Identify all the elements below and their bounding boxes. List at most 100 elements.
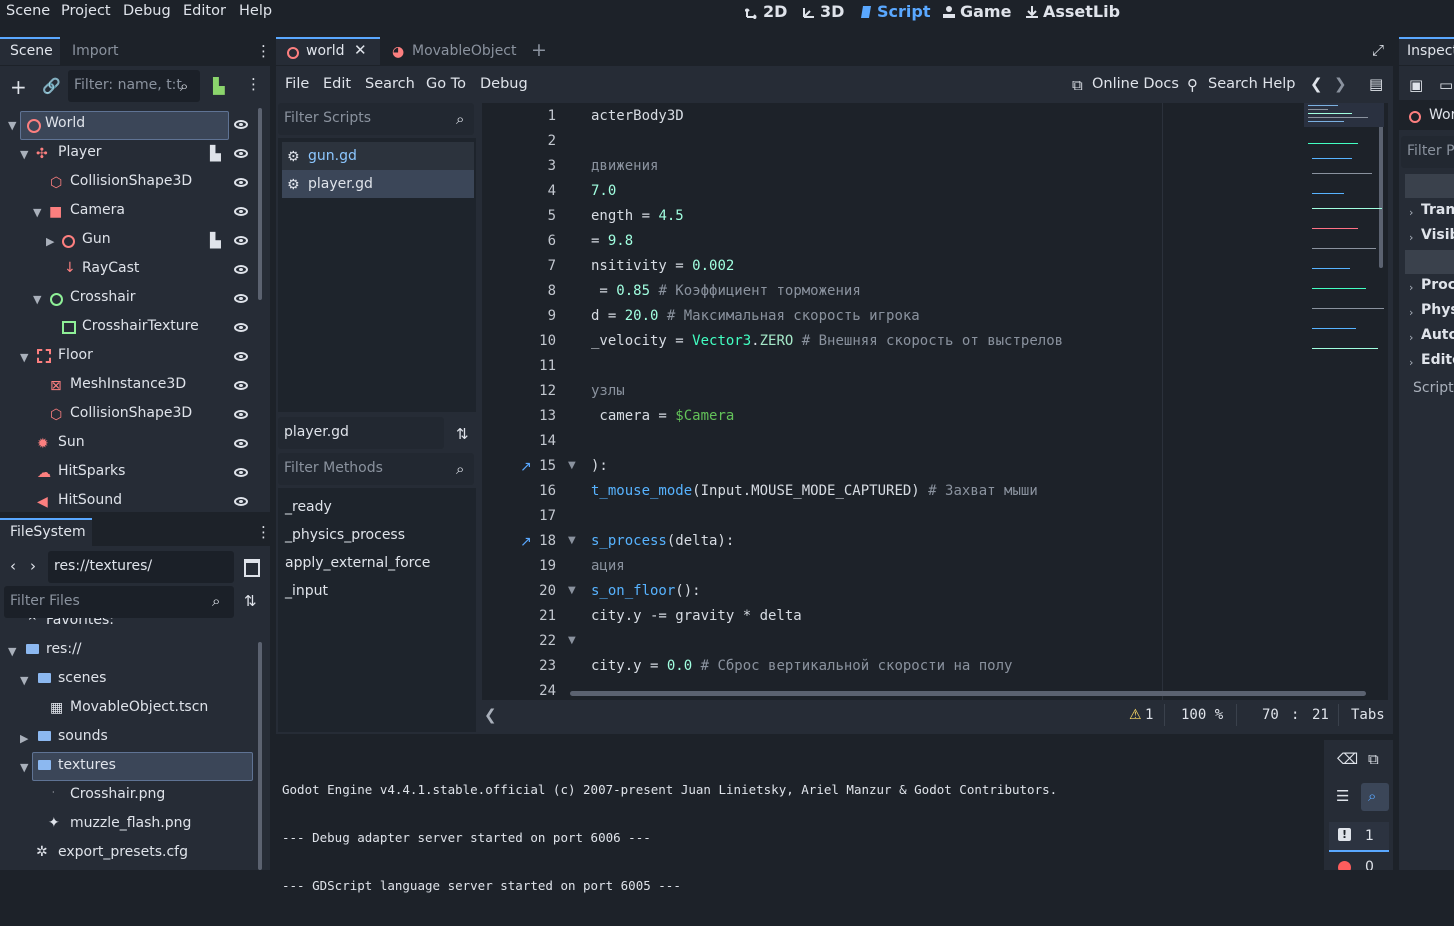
tree-label: World	[45, 115, 86, 131]
chevron-right-icon[interactable]: ›	[1409, 356, 1413, 369]
zoom-level[interactable]: 100 %	[1181, 701, 1223, 729]
workspace-game-button[interactable]: Game	[942, 2, 1011, 21]
visibility-eye-icon[interactable]	[234, 439, 248, 448]
split-view-icon[interactable]	[244, 559, 260, 577]
output-line: --- GDScript language server started on …	[282, 878, 681, 893]
fold-arrow-icon[interactable]: ▼	[568, 635, 576, 646]
chevron-down-icon[interactable]: ▼	[20, 761, 28, 774]
menu-help[interactable]: Help	[239, 3, 272, 19]
file-item[interactable]: scenes	[58, 664, 106, 693]
toggle-panel-icon[interactable]: ▤	[1369, 75, 1383, 93]
visibility-eye-icon[interactable]	[234, 236, 248, 245]
path-input[interactable]: res://textures/	[48, 551, 234, 583]
scene-tree-scrollbar[interactable]	[258, 108, 262, 300]
script-attached-icon[interactable]: ▙	[210, 146, 221, 162]
new-resource-icon[interactable]: ▣	[1409, 76, 1423, 94]
visibility-eye-icon[interactable]	[234, 120, 248, 129]
chevron-right-icon[interactable]: ▶	[46, 235, 54, 248]
chevron-down-icon[interactable]: ▼	[20, 674, 28, 687]
dock-menu-icon[interactable]: ⋮	[256, 523, 271, 541]
workspace-assetlib-button[interactable]: AssetLib	[1025, 2, 1120, 21]
visibility-eye-icon[interactable]	[234, 207, 248, 216]
chevron-down-icon[interactable]: ▼	[20, 351, 28, 364]
visibility-eye-icon[interactable]	[234, 294, 248, 303]
workspace-script-button[interactable]: Script	[859, 2, 930, 21]
indent-mode[interactable]: Tabs	[1351, 701, 1385, 729]
warnings-filter-toggle[interactable]: ! 1	[1329, 822, 1389, 852]
visibility-eye-icon[interactable]	[234, 178, 248, 187]
filter-files-input[interactable]: Filter Files	[4, 586, 234, 618]
chevron-down-icon[interactable]: ▼	[33, 293, 41, 306]
fold-arrow-icon[interactable]: ▼	[568, 535, 576, 546]
file-item[interactable]: sounds	[58, 722, 108, 751]
sort-icon[interactable]: ⇅	[244, 592, 257, 610]
scene-menu-icon[interactable]: ⋮	[246, 75, 261, 93]
chevron-right-icon[interactable]: ›	[1409, 231, 1413, 244]
visibility-eye-icon[interactable]	[234, 265, 248, 274]
file-item[interactable]: MovableObject.tscn	[70, 693, 208, 722]
section-visibility[interactable]: Visib	[1421, 221, 1454, 250]
add-tab-icon[interactable]: +	[531, 39, 547, 61]
distraction-free-icon[interactable]: ⤢	[1372, 41, 1384, 59]
chevron-right-icon[interactable]: ›	[1409, 306, 1413, 319]
tab-import[interactable]: Import	[62, 37, 128, 65]
visibility-eye-icon[interactable]	[234, 323, 248, 332]
warning-icon[interactable]: ⚠	[1129, 707, 1142, 723]
collapse-icon[interactable]: ☰	[1336, 787, 1349, 805]
chevron-down-icon[interactable]: ▼	[8, 645, 16, 658]
chevron-down-icon[interactable]: ▼	[20, 148, 28, 161]
add-node-icon[interactable]: +	[10, 75, 27, 99]
menu-debug[interactable]: Debug	[123, 3, 171, 19]
script-attached-icon[interactable]: ▙	[210, 233, 221, 249]
toggle-scripts-panel-icon[interactable]: ❮	[484, 706, 497, 724]
copy-icon[interactable]: ⧉	[1368, 750, 1379, 768]
warning-count[interactable]: 1	[1145, 701, 1153, 729]
line-number: 2	[547, 133, 556, 149]
link-icon[interactable]: 🔗	[42, 77, 61, 95]
workspace-3d-button[interactable]: 3D	[802, 2, 844, 21]
menu-project[interactable]: Project	[61, 3, 111, 19]
fold-arrow-icon[interactable]: ▼	[568, 585, 576, 596]
back-icon[interactable]: ‹	[10, 557, 16, 575]
visibility-eye-icon[interactable]	[234, 410, 248, 419]
menu-scene[interactable]: Scene	[6, 3, 50, 19]
forward-icon[interactable]: ›	[30, 557, 36, 575]
tab-filesystem[interactable]: FileSystem	[0, 518, 92, 546]
section-editor-description[interactable]: Edito	[1421, 346, 1454, 375]
chevron-right-icon[interactable]: ›	[1409, 331, 1413, 344]
filesystem-scrollbar[interactable]	[258, 642, 262, 870]
visibility-eye-icon[interactable]	[234, 381, 248, 390]
filter-properties-input[interactable]: Filter P	[1401, 136, 1454, 168]
chevron-right-icon[interactable]: ▶	[20, 732, 28, 745]
dock-menu-icon[interactable]: ⋮	[256, 42, 271, 60]
file-item[interactable]: muzzle_flash.png	[70, 809, 191, 838]
open-folder-icon[interactable]: ▭	[1439, 76, 1453, 94]
visibility-eye-icon[interactable]	[234, 149, 248, 158]
visibility-eye-icon[interactable]	[234, 497, 248, 506]
tab-inspector[interactable]: Inspect	[1399, 37, 1454, 65]
attach-script-icon[interactable]: ▙	[213, 77, 225, 95]
search-toggle[interactable]: ⌕	[1361, 783, 1389, 811]
fold-arrow-icon[interactable]: ▼	[568, 460, 576, 471]
clear-output-icon[interactable]: ⌫	[1337, 750, 1358, 768]
errors-filter-toggle[interactable]: 0	[1329, 856, 1389, 870]
file-item[interactable]: export_presets.cfg	[58, 838, 188, 867]
prev-script-icon[interactable]: ❮	[1310, 75, 1323, 93]
chevron-right-icon[interactable]: ›	[1409, 206, 1413, 219]
file-item[interactable]: res://	[46, 635, 82, 664]
method-override-icon[interactable]: ↗	[520, 534, 532, 550]
menu-editor[interactable]: Editor	[183, 3, 226, 19]
code-line: = 0.85 # Коэффициент торможения	[591, 283, 861, 299]
minimap[interactable]	[1304, 103, 1384, 353]
method-override-icon[interactable]: ↗	[520, 459, 532, 475]
next-script-icon[interactable]: ❯	[1334, 75, 1347, 93]
chevron-right-icon[interactable]: ›	[1409, 281, 1413, 294]
chevron-down-icon[interactable]: ▼	[8, 119, 16, 132]
chevron-down-icon[interactable]: ▼	[33, 206, 41, 219]
file-item[interactable]: Crosshair.png	[70, 780, 165, 809]
visibility-eye-icon[interactable]	[234, 352, 248, 361]
close-tab-icon[interactable]: ✕	[354, 41, 367, 59]
visibility-eye-icon[interactable]	[234, 468, 248, 477]
tab-scene[interactable]: Scene	[0, 37, 60, 65]
workspace-2d-button[interactable]: 2D	[745, 2, 787, 21]
